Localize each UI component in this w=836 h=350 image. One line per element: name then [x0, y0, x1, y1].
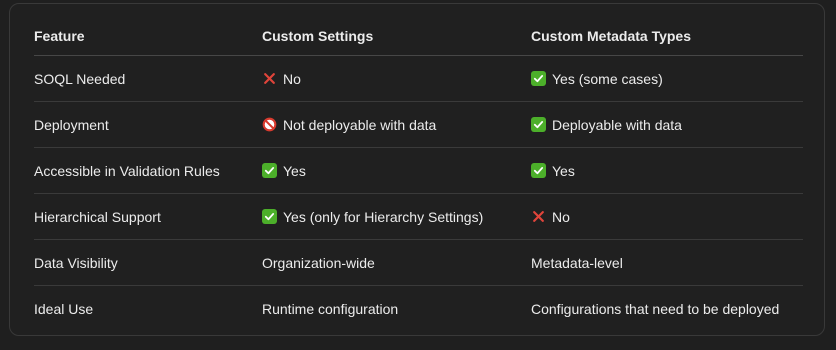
header-feature: Feature [34, 28, 85, 44]
cross-icon [531, 209, 546, 224]
table-row: Deployment Not deployable with data Deploy… [34, 102, 803, 148]
comparison-table: Feature Custom Settings Custom Metadata … [34, 17, 803, 331]
custom-settings-cell: Not deployable with data [262, 102, 436, 147]
header-custom-metadata-types: Custom Metadata Types [531, 28, 691, 44]
header-custom-settings: Custom Settings [262, 28, 374, 44]
custom-metadata-cell-text: Yes (some cases) [552, 70, 663, 87]
custom-settings-cell: Organization-wide [262, 240, 375, 285]
check-icon [262, 163, 277, 178]
custom-metadata-cell: Yes (some cases) [531, 56, 663, 101]
feature-cell: Data Visibility [34, 240, 118, 285]
custom-settings-cell: Runtime configuration [262, 286, 398, 331]
custom-metadata-cell-text: Deployable with data [552, 116, 682, 133]
feature-cell: Ideal Use [34, 286, 93, 331]
check-icon [531, 71, 546, 86]
custom-settings-cell-text: No [283, 70, 301, 87]
table-row: SOQL Needed No Yes (some cases) [34, 56, 803, 102]
custom-metadata-cell: Deployable with data [531, 102, 682, 147]
custom-settings-cell-text: Not deployable with data [283, 116, 437, 133]
custom-settings-cell: Yes (only for Hierarchy Settings) [262, 194, 483, 239]
feature-label: Ideal Use [34, 300, 94, 317]
feature-cell: Deployment [34, 102, 109, 147]
feature-cell: Hierarchical Support [34, 194, 161, 239]
custom-settings-cell-text: Organization-wide [262, 254, 375, 271]
feature-cell: SOQL Needed [34, 56, 125, 101]
table-row: Data Visibility Organization-wide Metadata… [34, 240, 803, 286]
custom-metadata-cell: Yes [531, 148, 575, 193]
custom-metadata-cell: Configurations that need to be deployed [531, 286, 779, 331]
custom-settings-cell: Yes [262, 148, 306, 193]
check-icon [262, 209, 277, 224]
prohibited-icon [262, 117, 277, 132]
feature-label: Hierarchical Support [34, 208, 161, 225]
custom-metadata-cell: Metadata-level [531, 240, 623, 285]
custom-metadata-cell: No [531, 194, 570, 239]
feature-label: SOQL Needed [34, 70, 126, 87]
check-icon [531, 163, 546, 178]
custom-metadata-cell-text: Metadata-level [531, 254, 623, 271]
check-icon [531, 117, 546, 132]
table-header-row: Feature Custom Settings Custom Metadata … [34, 17, 803, 56]
custom-metadata-cell-text: Configurations that need to be deployed [531, 300, 780, 317]
table-row: Accessible in Validation Rules Yes Yes [34, 148, 803, 194]
feature-label: Accessible in Validation Rules [34, 162, 220, 179]
custom-settings-cell-text: Yes (only for Hierarchy Settings) [283, 208, 484, 225]
custom-settings-cell: No [262, 56, 301, 101]
feature-label: Deployment [34, 116, 109, 133]
comparison-table-card: Feature Custom Settings Custom Metadata … [9, 3, 825, 336]
custom-metadata-cell-text: Yes [552, 162, 575, 179]
table-row: Hierarchical Support Yes (only for Hierar… [34, 194, 803, 240]
custom-settings-cell-text: Yes [283, 162, 306, 179]
custom-settings-cell-text: Runtime configuration [262, 300, 399, 317]
feature-cell: Accessible in Validation Rules [34, 148, 220, 193]
cross-icon [262, 71, 277, 86]
custom-metadata-cell-text: No [552, 208, 570, 225]
table-body: SOQL Needed No Yes (some cases) Deployment N… [34, 56, 803, 331]
feature-label: Data Visibility [34, 254, 118, 271]
table-row: Ideal Use Runtime configuration Configurat… [34, 286, 803, 331]
